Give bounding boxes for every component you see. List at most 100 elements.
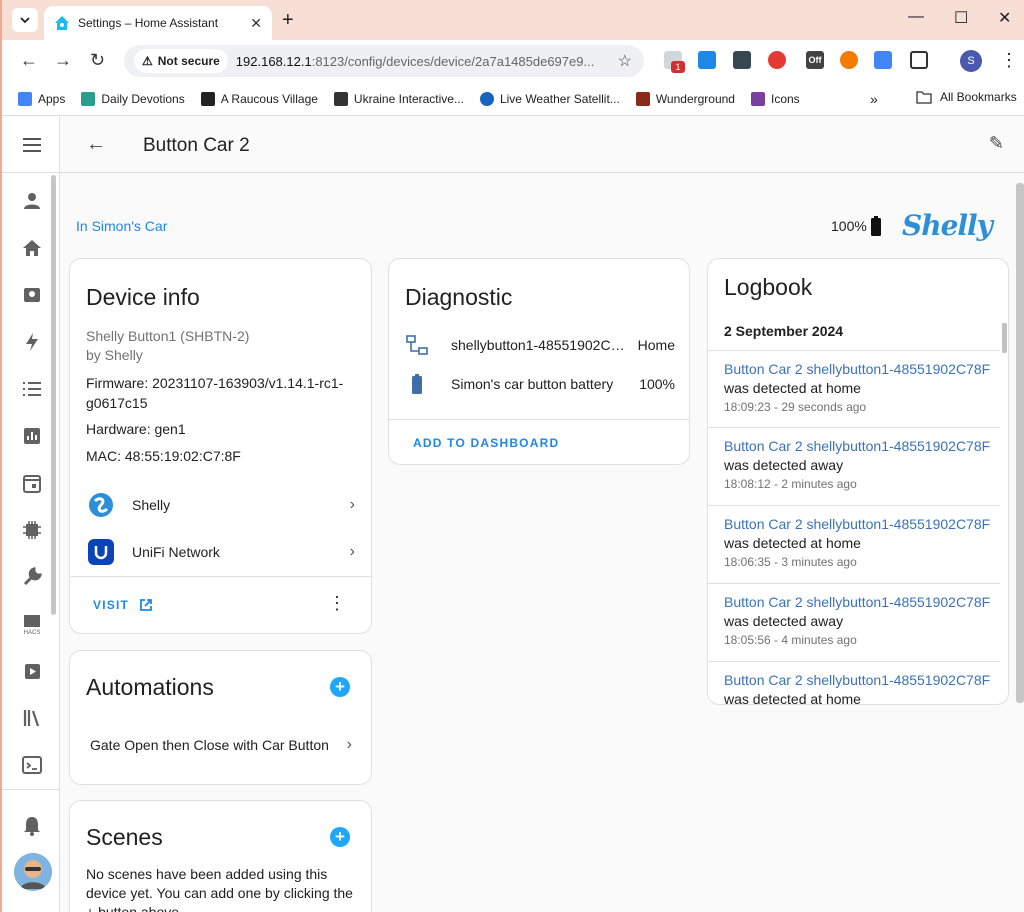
firmware-version: Firmware: 20231107-163903/v1.14.1-rc1-g0…	[86, 375, 344, 411]
contact-card-icon[interactable]	[20, 283, 44, 307]
logbook-entity-link[interactable]: Button Car 2 shellybutton1-48551902C78F	[724, 672, 1000, 688]
logbook-card: Logbook 2 September 2024 Button Car 2 sh…	[707, 258, 1009, 705]
extension-badge: 1	[671, 61, 685, 73]
logbook-entity-link[interactable]: Button Car 2 shellybutton1-48551902C78F	[724, 516, 1000, 532]
not-secure-chip[interactable]: ⚠ Not secure	[134, 49, 228, 73]
diagnostic-row[interactable]: Simon's car button battery 100%	[389, 372, 689, 396]
extension-icon-3[interactable]	[733, 51, 751, 69]
logbook-entity-link[interactable]: Button Car 2 shellybutton1-48551902C78F	[724, 361, 1000, 377]
logbook-heading: Logbook	[724, 274, 813, 300]
browser-tab[interactable]: Settings – Home Assistant ✕	[44, 6, 272, 40]
library-icon[interactable]	[20, 706, 44, 730]
battery-percentage: 100%	[831, 218, 867, 234]
more-options-icon[interactable]: ⋮	[328, 593, 346, 614]
more-bookmarks-icon[interactable]: »	[870, 91, 878, 107]
automations-heading: Automations	[86, 674, 214, 700]
back-arrow-icon[interactable]: ←	[86, 133, 106, 156]
visit-button[interactable]: VISIT	[93, 598, 153, 612]
new-tab-button[interactable]: +	[282, 9, 294, 32]
logbook-entry: Button Car 2 shellybutton1-48551902C78F …	[708, 661, 1000, 704]
menu-icon[interactable]	[20, 133, 44, 157]
person-icon[interactable]	[20, 189, 44, 213]
home-assistant-favicon-icon	[55, 16, 69, 30]
tab-title: Settings – Home Assistant	[78, 16, 219, 30]
history-chart-icon[interactable]	[20, 424, 44, 448]
bookmark-icons[interactable]: Icons	[750, 91, 800, 106]
close-window-icon[interactable]: ✕	[998, 8, 1011, 28]
bookmark-daily-devotions[interactable]: Daily Devotions	[81, 91, 185, 106]
all-bookmarks[interactable]: All Bookmarks	[916, 90, 1017, 104]
logbook-list-icon[interactable]	[20, 377, 44, 401]
logbook-entry: Button Car 2 shellybutton1-48551902C78F …	[708, 350, 1000, 428]
titlebar: Settings – Home Assistant ✕ + — ☐ ✕	[2, 0, 1024, 40]
notifications-bell-icon[interactable]	[20, 814, 44, 838]
add-scene-icon[interactable]: +	[330, 827, 350, 847]
logbook-message: was detected away	[724, 613, 844, 629]
maximize-icon[interactable]: ☐	[954, 8, 968, 28]
extensions-puzzle-icon[interactable]	[910, 51, 928, 69]
integration-label: Shelly	[132, 497, 171, 513]
mac-address: MAC: 48:55:19:02:C7:8F	[86, 448, 241, 464]
home-assistant-app: HACS ← Button Car 2 ✎ In Simon's Car 100…	[2, 117, 1024, 912]
automation-item[interactable]: Gate Open then Close with Car Button ›	[90, 736, 352, 754]
tab-search-button[interactable]	[12, 8, 38, 32]
device-info-heading: Device info	[86, 284, 200, 310]
back-arrow-icon[interactable]: ←	[20, 50, 38, 71]
integration-label: UniFi Network	[132, 544, 220, 560]
hacs-icon[interactable]: HACS	[20, 612, 44, 636]
calendar-icon[interactable]	[20, 471, 44, 495]
browser-menu-icon[interactable]: ⋮	[1000, 50, 1018, 71]
edit-pencil-icon[interactable]: ✎	[989, 133, 1004, 154]
download-extension-icon[interactable]	[698, 51, 716, 69]
diagnostic-entity-name: shellybutton1-48551902C7...	[451, 337, 630, 353]
sidebar-scrollbar[interactable]	[51, 175, 56, 615]
page-title: Button Car 2	[143, 135, 250, 156]
logbook-message: was detected at home	[724, 535, 861, 551]
user-avatar[interactable]	[14, 853, 52, 891]
chip-icon[interactable]	[20, 518, 44, 542]
minimize-icon[interactable]: —	[908, 8, 924, 26]
network-icon	[405, 333, 429, 357]
chevron-right-icon: ›	[349, 496, 355, 513]
wrench-icon[interactable]	[20, 565, 44, 589]
extension-icon-6[interactable]	[840, 51, 858, 69]
media-play-icon[interactable]	[20, 659, 44, 683]
url-host: 192.168.12.1	[235, 53, 312, 69]
profile-avatar[interactable]: S	[960, 50, 982, 72]
page-scrollbar[interactable]	[1016, 183, 1024, 703]
energy-icon[interactable]	[20, 330, 44, 354]
home-icon[interactable]	[20, 236, 44, 260]
close-tab-icon[interactable]: ✕	[250, 15, 262, 32]
bookmark-ukraine[interactable]: Ukraine Interactive...	[333, 91, 464, 106]
reload-icon[interactable]: ↻	[90, 50, 105, 71]
device-model: Shelly Button1 (SHBTN-2)	[86, 328, 250, 344]
forward-arrow-icon[interactable]: →	[54, 50, 72, 71]
terminal-icon[interactable]	[20, 753, 44, 777]
bookmark-label: Wunderground	[655, 91, 735, 106]
logbook-time: 18:06:35 - 3 minutes ago	[724, 555, 857, 569]
bookmark-label: A Raucous Village	[220, 91, 318, 106]
add-to-dashboard-button[interactable]: ADD TO DASHBOARD	[413, 436, 559, 450]
integration-unifi[interactable]: UniFi Network ›	[70, 532, 371, 572]
logbook-scrollbar[interactable]	[1002, 323, 1007, 353]
area-link[interactable]: In Simon's Car	[76, 218, 167, 234]
bookmark-star-icon[interactable]: ☆	[618, 51, 632, 71]
diagnostic-heading: Diagnostic	[405, 284, 513, 310]
scenes-heading: Scenes	[86, 824, 163, 850]
add-automation-icon[interactable]: +	[330, 677, 350, 697]
bookmark-live-weather[interactable]: Live Weather Satellit...	[479, 91, 620, 106]
bookmark-wunderground[interactable]: Wunderground	[635, 91, 735, 106]
logbook-entity-link[interactable]: Button Car 2 shellybutton1-48551902C78F	[724, 438, 1000, 454]
sidebar-divider	[2, 172, 60, 173]
diagnostic-row[interactable]: shellybutton1-48551902C7... Home	[389, 333, 689, 357]
card-divider	[389, 419, 689, 420]
bookmark-apps[interactable]: Apps	[18, 91, 65, 106]
logbook-entity-link[interactable]: Button Car 2 shellybutton1-48551902C78F	[724, 594, 1000, 610]
translate-extension-icon[interactable]	[874, 51, 892, 69]
off-extension-icon[interactable]: Off	[806, 51, 824, 69]
warning-icon: ⚠	[142, 54, 153, 68]
extension-icon-4[interactable]	[768, 51, 786, 69]
bookmark-raucous-village[interactable]: A Raucous Village	[200, 91, 318, 106]
integration-shelly[interactable]: Shelly ›	[70, 485, 371, 525]
address-bar[interactable]: ⚠ Not secure 192.168.12.1 :8123/config/d…	[124, 45, 644, 77]
